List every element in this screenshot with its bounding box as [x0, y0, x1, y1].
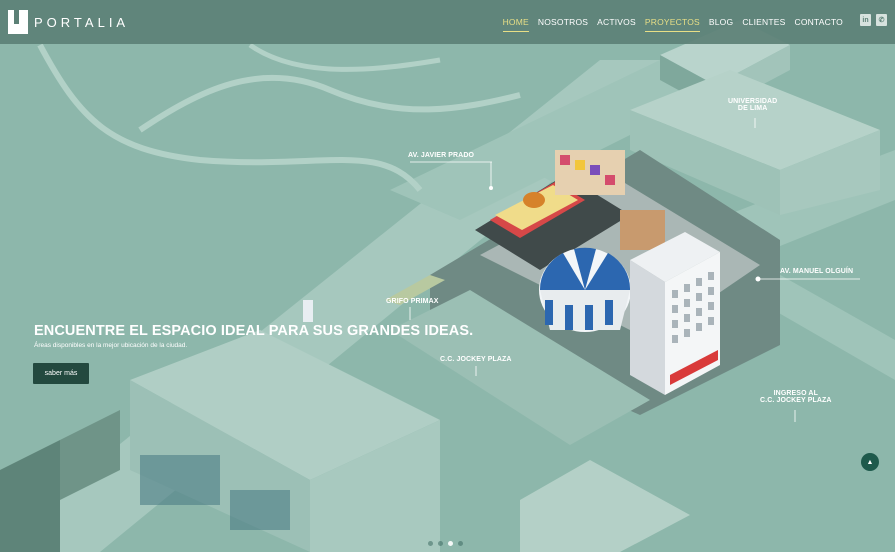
scroll-top-button[interactable]: ▲: [861, 453, 879, 471]
nav-item-proyectos[interactable]: PROYECTOS: [644, 11, 700, 33]
nav-item-activos[interactable]: ACTIVOS: [597, 11, 636, 33]
home-page: UNIVERSIDAD DE LIMA AV. JAVIER PRADO AV.…: [0, 0, 895, 552]
slider-dots: [428, 541, 463, 546]
slider-dot[interactable]: [428, 541, 433, 546]
map-label-manuel-olguin: AV. MANUEL OLGUÍN: [780, 268, 854, 275]
brand-name: PORTALIA: [34, 14, 130, 30]
map-label-universidad: UNIVERSIDAD DE LIMA: [728, 98, 778, 112]
phone-icon[interactable]: ✆: [876, 14, 887, 26]
nav-item-blog[interactable]: BLOG: [709, 11, 733, 33]
nav-item-contacto[interactable]: CONTACTO: [794, 11, 843, 33]
linkedin-icon[interactable]: in: [860, 14, 871, 26]
slider-dot-active[interactable]: [448, 541, 453, 546]
social-links: in ✆: [860, 14, 887, 26]
logo-mark-icon: [8, 10, 28, 34]
hero-title: ENCUENTRE EL ESPACIO IDEAL PARA SUS GRAN…: [34, 323, 474, 339]
saber-mas-button[interactable]: saber más: [33, 363, 89, 384]
nav-item-nosotros[interactable]: NOSOTROS: [538, 11, 588, 33]
map-label-ingreso-jockey: INGRESO AL C.C. JOCKEY PLAZA: [760, 390, 832, 404]
map-label-jockey-plaza: C.C. JOCKEY PLAZA: [440, 356, 512, 363]
map-label-grifo-primax: GRIFO PRIMAX: [386, 298, 439, 305]
slider-dot[interactable]: [438, 541, 443, 546]
map-label-javier-prado: AV. JAVIER PRADO: [408, 152, 475, 159]
main-nav: HOME NOSOTROS ACTIVOS PROYECTOS BLOG CLI…: [502, 0, 843, 44]
isometric-map-illustration: [0, 0, 895, 552]
brand-logo[interactable]: PORTALIA: [8, 10, 129, 34]
nav-item-home[interactable]: HOME: [502, 11, 530, 33]
site-header: PORTALIA HOME NOSOTROS ACTIVOS PROYECTOS…: [0, 0, 895, 44]
nav-item-clientes[interactable]: CLIENTES: [742, 11, 785, 33]
slider-dot[interactable]: [458, 541, 463, 546]
hero-subtitle: Áreas disponibles en la mejor ubicación …: [34, 342, 188, 349]
chevron-up-icon: ▲: [866, 458, 874, 466]
